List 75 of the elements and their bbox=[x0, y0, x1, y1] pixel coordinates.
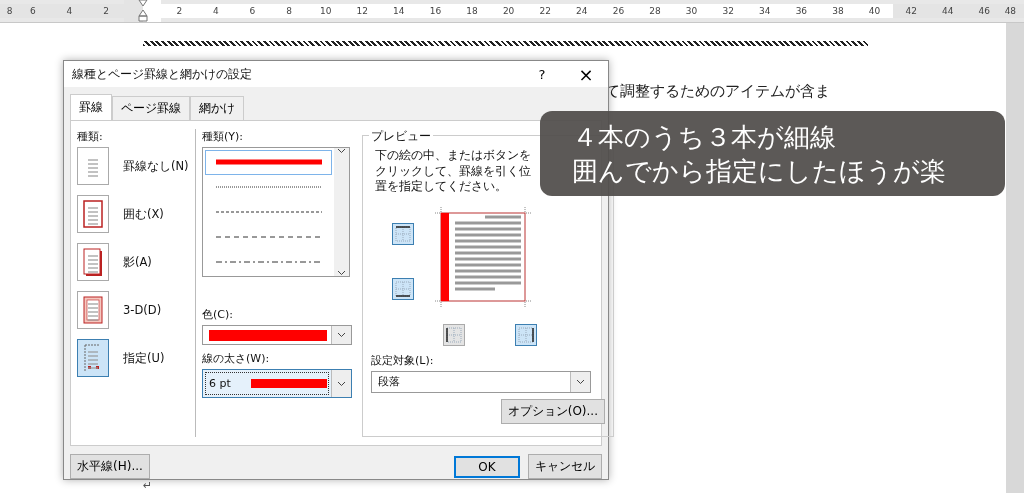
ruler-number: 46 bbox=[966, 4, 1003, 18]
field-label: 線の太さ(W): bbox=[202, 351, 271, 366]
color-dropdown[interactable] bbox=[202, 325, 352, 345]
tab[interactable]: 罫線 bbox=[70, 94, 112, 120]
ruler-number: 6 bbox=[14, 4, 52, 18]
border-position-icon bbox=[517, 325, 535, 344]
border-toggle-button[interactable] bbox=[443, 323, 465, 346]
ruler-number: 8 bbox=[0, 4, 15, 18]
border-position-icon bbox=[394, 225, 412, 244]
ruler-number: 12 bbox=[343, 4, 381, 18]
ruler-number: 22 bbox=[526, 4, 564, 18]
tab[interactable]: ページ罫線 bbox=[112, 96, 190, 120]
ruler-number: 34 bbox=[746, 4, 784, 18]
indent-marker-icon[interactable] bbox=[137, 0, 148, 22]
setting-label: 3-D(D) bbox=[123, 303, 162, 317]
ruler-number: 32 bbox=[709, 4, 747, 18]
border-setting-button[interactable] bbox=[77, 339, 109, 377]
setting-label: 囲む(X) bbox=[123, 206, 164, 222]
ruler-number: 20 bbox=[490, 4, 527, 18]
ruler-number: 4 bbox=[51, 4, 88, 18]
ruler-number: 8 bbox=[270, 4, 308, 18]
horizontal-line-button[interactable]: 水平線(H)... bbox=[70, 454, 150, 479]
preview-drawing[interactable] bbox=[435, 206, 531, 307]
ruler-number: 36 bbox=[783, 4, 820, 18]
border-toggle-button[interactable] bbox=[392, 278, 414, 301]
line-style-item[interactable] bbox=[205, 150, 332, 175]
border-toggle-button[interactable] bbox=[392, 223, 414, 246]
field-label: 設定対象(L): bbox=[371, 352, 435, 368]
group-title: プレビュー bbox=[369, 128, 433, 145]
ruler-number: 44 bbox=[929, 4, 967, 18]
line-width-dropdown[interactable]: 6 pt bbox=[202, 369, 352, 398]
help-button[interactable]: ? bbox=[520, 61, 564, 87]
field-label: 種類(Y): bbox=[202, 129, 244, 144]
ruler-number: 4 bbox=[197, 4, 235, 18]
setting-label: 罫線なし(N) bbox=[123, 158, 189, 174]
subtitle-text: 囲んでから指定にしたほうが楽 bbox=[572, 154, 947, 188]
border-position-icon bbox=[445, 325, 463, 344]
border-setting-button[interactable] bbox=[77, 291, 109, 329]
border-setting-button[interactable] bbox=[77, 195, 109, 233]
close-button[interactable]: × bbox=[564, 61, 608, 87]
ruler-number: 28 bbox=[636, 4, 674, 18]
border-position-icon bbox=[394, 280, 412, 299]
ruler-number: 40 bbox=[856, 4, 893, 18]
ruler-number: 2 bbox=[87, 4, 125, 18]
ruler-number: 2 bbox=[160, 4, 198, 18]
cancel-button[interactable]: キャンセル bbox=[528, 454, 602, 479]
tab[interactable]: 網かけ bbox=[190, 96, 244, 120]
ok-button[interactable]: OK bbox=[454, 455, 520, 478]
border-toggle-button[interactable] bbox=[515, 323, 537, 346]
ruler-number: 6 bbox=[234, 4, 271, 18]
dialog-title: 線種とページ罫線と網かけの設定 bbox=[72, 65, 253, 83]
setting-label: 影(A) bbox=[123, 254, 152, 270]
ruler-number: 42 bbox=[892, 4, 930, 18]
subtitle-text: ４本のうち３本が細線 bbox=[572, 120, 837, 154]
ruler-number: 18 bbox=[453, 4, 491, 18]
options-button[interactable]: オプション(O)... bbox=[500, 398, 605, 424]
border-setting-icon bbox=[82, 198, 104, 230]
ruler-number: 48 bbox=[1002, 4, 1024, 18]
border-setting-icon bbox=[82, 294, 104, 326]
preview-hint: 下の絵の中、またはボタンをクリックして、罫線を引く位置を指定してください。 bbox=[375, 148, 532, 195]
apply-to-dropdown[interactable]: 段落 bbox=[371, 370, 591, 393]
field-label: 色(C): bbox=[202, 307, 234, 322]
border-setting-icon bbox=[82, 246, 104, 278]
ruler-number: 24 bbox=[563, 4, 601, 18]
ruler-number: 38 bbox=[819, 4, 857, 18]
paragraph-mark: ↵ bbox=[143, 479, 153, 492]
border-setting-button[interactable] bbox=[77, 243, 109, 281]
scrollbar[interactable] bbox=[334, 148, 349, 276]
setting-label: 指定(U) bbox=[123, 350, 165, 366]
ruler-number: 26 bbox=[600, 4, 637, 18]
ruler-number: 30 bbox=[673, 4, 710, 18]
field-label: 種類: bbox=[77, 129, 104, 144]
ruler-number: 10 bbox=[307, 4, 344, 18]
ruler-number: 16 bbox=[417, 4, 454, 18]
ruler-number: 14 bbox=[380, 4, 418, 18]
